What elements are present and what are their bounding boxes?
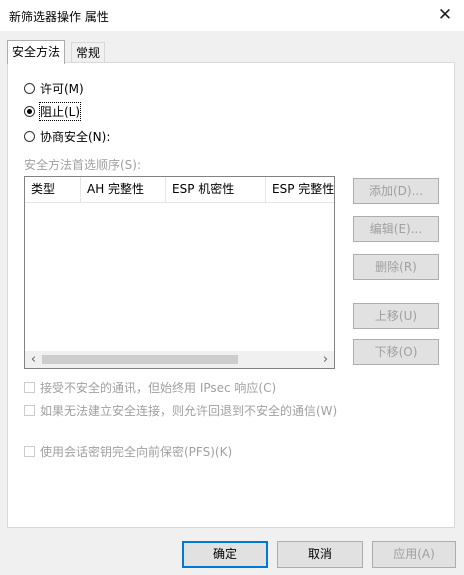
window-title: 新筛选器操作 属性 <box>9 10 109 24</box>
move-up-button[interactable]: 上移(U) <box>353 303 439 329</box>
tab-panel: 许可(M) 阻止(L) 协商安全(N): 安全方法首选顺序(S): 类型 AH … <box>7 62 455 528</box>
allow-fallback-box[interactable] <box>24 405 35 416</box>
scroll-right-icon[interactable]: › <box>317 351 334 368</box>
negotiate-radio[interactable]: 协商安全(N): <box>24 128 110 144</box>
scrollbar-thumb[interactable] <box>42 355 238 364</box>
tab-general[interactable]: 常规 <box>71 42 106 63</box>
column-header-ah-integrity[interactable]: AH 完整性 <box>81 177 166 202</box>
negotiate-radio-label[interactable]: 协商安全(N): <box>40 128 110 145</box>
tab-security-methods[interactable]: 安全方法 <box>7 40 66 64</box>
list-header: 类型 AH 完整性 ESP 机密性 ESP 完整性 <box>25 177 334 203</box>
negotiate-radio-circle[interactable] <box>24 130 35 142</box>
pfs-label[interactable]: 使用会话密钥完全向前保密(PFS)(K) <box>40 443 232 460</box>
pfs-checkbox[interactable]: 使用会话密钥完全向前保密(PFS)(K) <box>24 443 232 460</box>
scroll-left-icon[interactable]: ‹ <box>25 351 42 368</box>
edit-button[interactable]: 编辑(E)... <box>353 216 439 242</box>
add-button[interactable]: 添加(D)... <box>353 178 439 204</box>
block-radio[interactable]: 阻止(L) <box>24 101 82 121</box>
remove-button[interactable]: 删除(R) <box>353 254 439 280</box>
security-methods-list[interactable]: 类型 AH 完整性 ESP 机密性 ESP 完整性 ‹ › <box>24 176 335 369</box>
block-radio-circle[interactable] <box>24 105 35 117</box>
methods-list-label: 安全方法首选顺序(S): <box>24 158 142 172</box>
title-bar: 新筛选器操作 属性 ✕ <box>0 0 464 31</box>
move-down-button[interactable]: 下移(O) <box>353 339 439 365</box>
allow-fallback-label[interactable]: 如果无法建立安全连接，则允许回退到不安全的通信(W) <box>40 402 337 419</box>
pfs-box[interactable] <box>24 446 35 457</box>
apply-button[interactable]: 应用(A) <box>372 541 456 568</box>
permit-radio-label[interactable]: 许可(M) <box>40 80 84 97</box>
tab-strip: 安全方法 常规 <box>7 40 427 64</box>
cancel-button[interactable]: 取消 <box>277 541 363 568</box>
accept-unsecured-checkbox[interactable]: 接受不安全的通讯，但始终用 IPsec 响应(C) <box>24 379 276 396</box>
ok-button[interactable]: 确定 <box>182 541 268 568</box>
column-header-esp-integrity[interactable]: ESP 完整性 <box>266 177 334 202</box>
accept-unsecured-label[interactable]: 接受不安全的通讯，但始终用 IPsec 响应(C) <box>40 379 276 396</box>
allow-fallback-checkbox[interactable]: 如果无法建立安全连接，则允许回退到不安全的通信(W) <box>24 402 337 419</box>
column-header-esp-confidentiality[interactable]: ESP 机密性 <box>166 177 266 202</box>
close-icon[interactable]: ✕ <box>434 4 456 26</box>
permit-radio[interactable]: 许可(M) <box>24 80 84 96</box>
block-radio-label[interactable]: 阻止(L) <box>38 101 82 121</box>
permit-radio-circle[interactable] <box>24 82 35 94</box>
horizontal-scrollbar[interactable]: ‹ › <box>25 351 334 368</box>
column-header-type[interactable]: 类型 <box>25 177 81 202</box>
accept-unsecured-box[interactable] <box>24 382 35 393</box>
